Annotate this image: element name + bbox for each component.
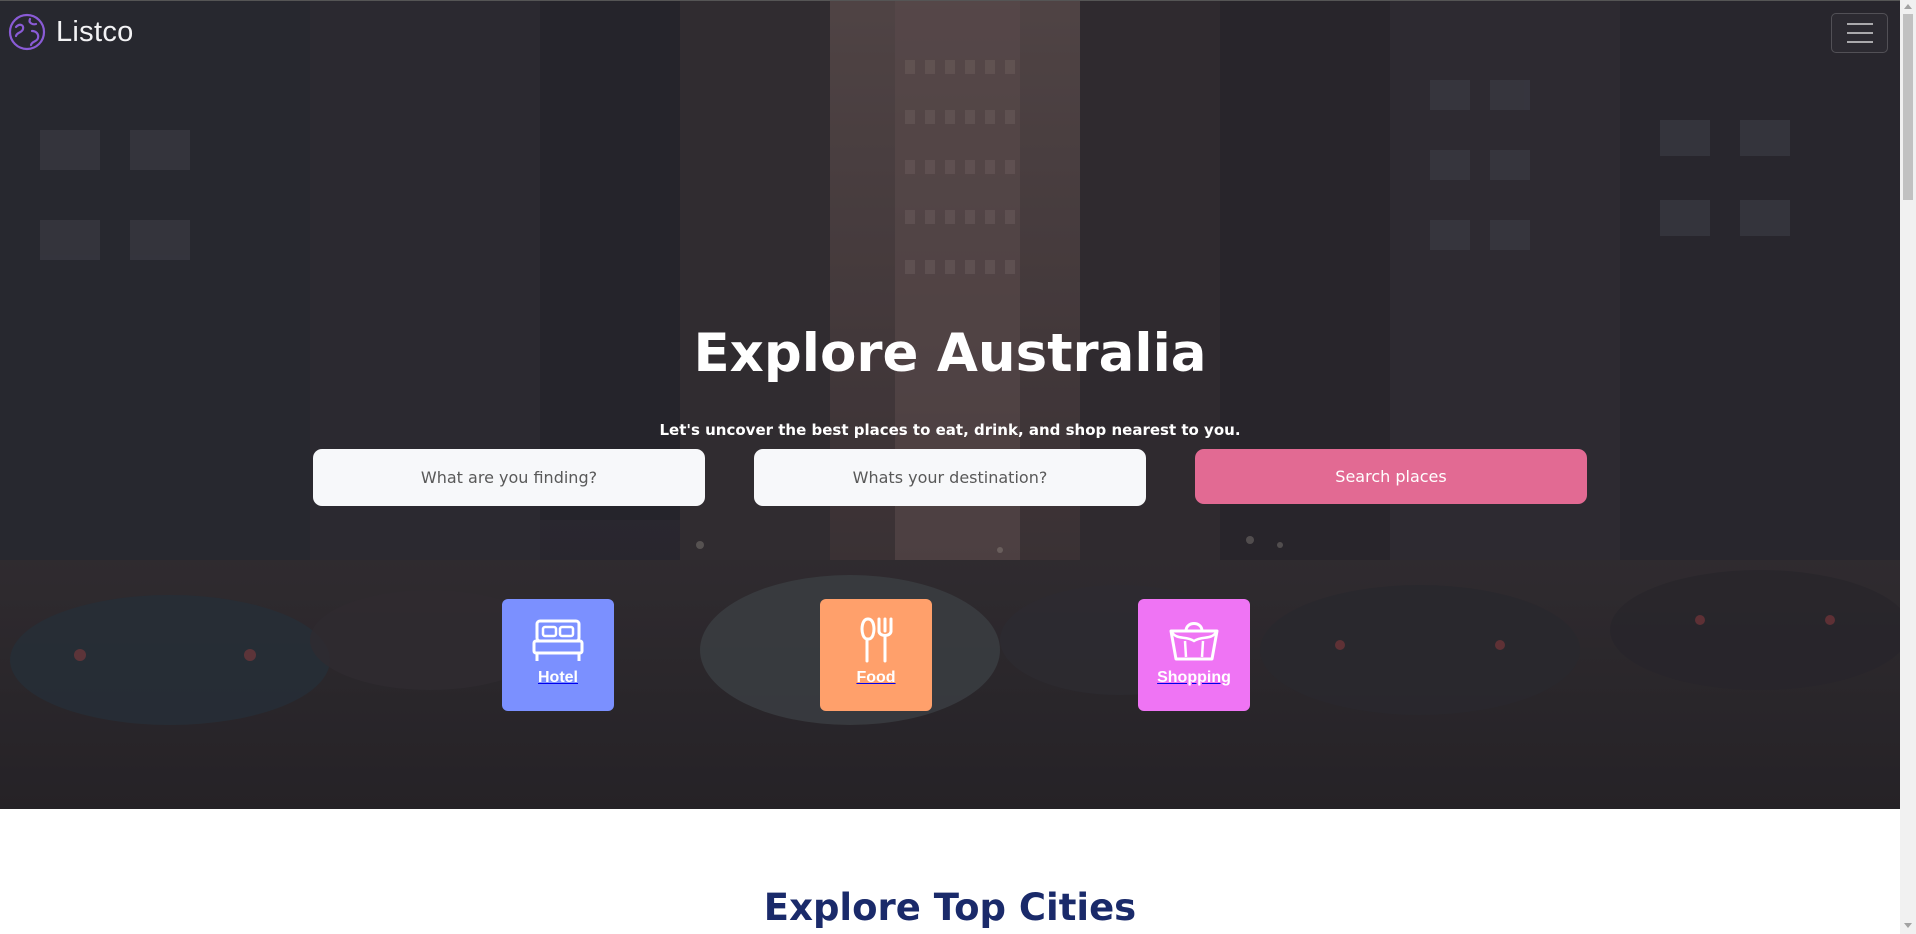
shopping-basket-icon xyxy=(1169,622,1219,661)
hero-section: Listco Explore Australia Let's uncover t… xyxy=(0,0,1900,809)
search-places-button[interactable]: Search places xyxy=(1195,449,1587,504)
search-destination-input[interactable] xyxy=(754,449,1146,506)
brand-logo-link[interactable]: Listco xyxy=(8,13,134,51)
category-food-tile[interactable]: Food xyxy=(820,599,932,711)
hamburger-menu-icon-line xyxy=(1846,41,1873,43)
navbar: Listco xyxy=(0,0,1900,62)
category-hotel-label: Hotel xyxy=(538,669,578,686)
page-scrollbar[interactable] xyxy=(1900,0,1916,934)
top-cities-section-title: Explore Top Cities xyxy=(763,886,1137,929)
fork-knife-icon xyxy=(860,617,893,663)
category-hotel-tile[interactable]: Hotel xyxy=(502,599,614,711)
scroll-up-arrow-icon[interactable] xyxy=(1904,4,1912,9)
page-viewport: Listco Explore Australia Let's uncover t… xyxy=(0,0,1900,934)
hamburger-menu-icon-line xyxy=(1846,32,1873,34)
category-shopping-label: Shopping xyxy=(1157,669,1231,686)
category-food-label: Food xyxy=(856,669,896,686)
brand-name: Listco xyxy=(56,15,134,48)
category-shopping-tile[interactable]: Shopping xyxy=(1138,599,1250,711)
hamburger-menu-icon xyxy=(1846,23,1873,25)
bed-icon xyxy=(532,619,584,661)
hero-title: Explore Australia xyxy=(693,323,1207,384)
search-what-input[interactable] xyxy=(313,449,705,506)
hero-subtitle: Let's uncover the best places to eat, dr… xyxy=(659,421,1241,439)
scroll-down-arrow-icon[interactable] xyxy=(1904,923,1912,928)
scrollbar-thumb[interactable] xyxy=(1903,14,1913,200)
navbar-toggler-button[interactable] xyxy=(1831,13,1888,53)
hero-overlay xyxy=(0,0,1900,809)
globe-icon xyxy=(8,13,46,51)
